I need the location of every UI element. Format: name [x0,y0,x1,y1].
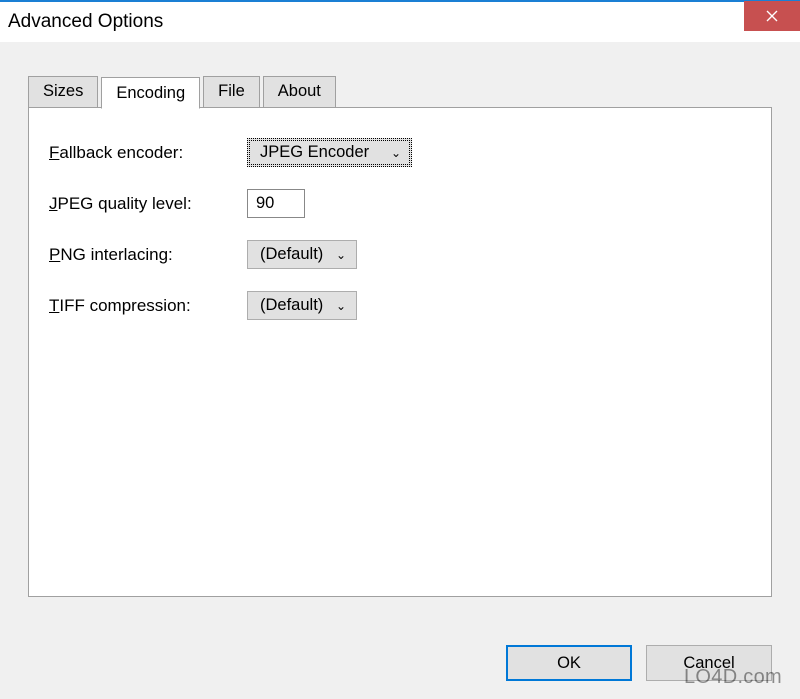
title-bar: Advanced Options [0,0,800,42]
chevron-down-icon: ⌄ [391,146,401,160]
jpeg-quality-label: JPEG quality level: [49,194,247,214]
row-jpeg-quality: JPEG quality level: [49,189,751,218]
png-interlacing-combo[interactable]: (Default) ⌄ [247,240,357,269]
close-button[interactable] [744,1,800,31]
tiff-compression-combo[interactable]: (Default) ⌄ [247,291,357,320]
fallback-encoder-value: JPEG Encoder [260,143,369,162]
tab-encoding[interactable]: Encoding [101,77,200,109]
cancel-button[interactable]: Cancel [646,645,772,681]
tab-strip: Sizes Encoding File About [28,76,772,107]
chevron-down-icon: ⌄ [336,299,346,313]
fallback-encoder-combo[interactable]: JPEG Encoder ⌄ [247,138,412,167]
ok-button[interactable]: OK [506,645,632,681]
row-fallback-encoder: Fallback encoder: JPEG Encoder ⌄ [49,138,751,167]
png-interlacing-value: (Default) [260,245,323,264]
dialog-button-row: OK Cancel [506,645,772,681]
client-area: Sizes Encoding File About Fallback encod… [0,42,800,699]
tiff-compression-label: TIFF compression: [49,296,247,316]
row-png-interlacing: PNG interlacing: (Default) ⌄ [49,240,751,269]
tab-about[interactable]: About [263,76,336,107]
fallback-encoder-label: Fallback encoder: [49,143,247,163]
jpeg-quality-input[interactable] [247,189,305,218]
row-tiff-compression: TIFF compression: (Default) ⌄ [49,291,751,320]
tab-panel-encoding: Fallback encoder: JPEG Encoder ⌄ JPEG qu… [28,107,772,597]
tab-sizes[interactable]: Sizes [28,76,98,107]
chevron-down-icon: ⌄ [336,248,346,262]
tab-container: Sizes Encoding File About Fallback encod… [28,76,772,597]
tiff-compression-value: (Default) [260,296,323,315]
tab-file[interactable]: File [203,76,260,107]
window-title: Advanced Options [8,11,163,33]
png-interlacing-label: PNG interlacing: [49,245,247,265]
close-icon [766,10,778,22]
